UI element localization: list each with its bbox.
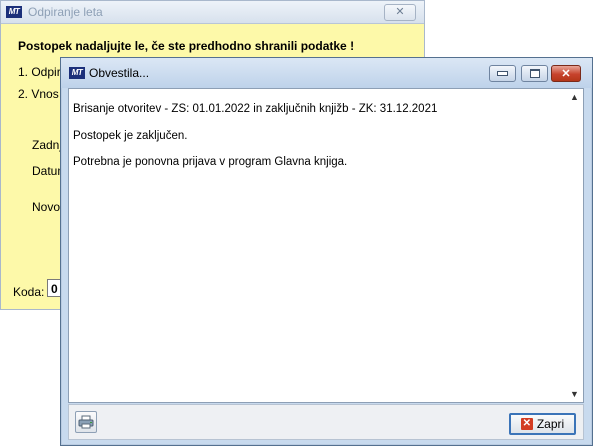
dialog-bottom-bar: ✕ Zapri	[68, 404, 584, 440]
printer-icon	[78, 415, 94, 429]
close-x-icon: ✕	[520, 418, 533, 430]
minimize-icon	[497, 71, 508, 76]
message-line: Potrebna je ponovna prijava v program Gl…	[73, 156, 348, 168]
dialog-title: Obvestila...	[89, 66, 150, 80]
label-novo: Novo	[32, 200, 61, 214]
zapri-button-label: Zapri	[536, 417, 565, 431]
close-icon: ✕	[561, 68, 571, 80]
warning-heading: Postopek nadaljujte le, če ste predhodno…	[18, 39, 355, 53]
koda-label: Koda:	[13, 285, 45, 299]
zapri-button[interactable]: ✕ Zapri	[509, 413, 576, 435]
vertical-scrollbar[interactable]: ▲ ▼	[567, 88, 584, 403]
notification-dialog: MT Obvestila... ✕ Brisanje otvoritev - Z…	[60, 57, 593, 446]
background-close-button[interactable]: ✕	[384, 4, 416, 21]
app-logo-icon: MT	[69, 67, 85, 79]
background-window-title: Odpiranje leta	[28, 5, 103, 19]
message-line: Brisanje otvoritev - ZS: 01.01.2022 in z…	[73, 103, 438, 115]
maximize-icon	[529, 69, 540, 78]
print-button[interactable]	[75, 411, 97, 433]
message-area: Brisanje otvoritev - ZS: 01.01.2022 in z…	[68, 88, 574, 403]
background-window-titlebar[interactable]: MT Odpiranje leta ✕	[1, 1, 424, 24]
scroll-up-arrow-icon[interactable]: ▲	[570, 92, 579, 102]
app-logo-icon: MT	[6, 6, 22, 18]
message-line: Postopek je zaključen.	[73, 130, 188, 142]
label-zadnj: Zadnj	[32, 138, 63, 152]
maximize-button[interactable]	[521, 65, 548, 82]
minimize-button[interactable]	[489, 65, 516, 82]
close-window-button[interactable]: ✕	[551, 65, 581, 82]
scroll-down-arrow-icon[interactable]: ▼	[570, 389, 579, 399]
